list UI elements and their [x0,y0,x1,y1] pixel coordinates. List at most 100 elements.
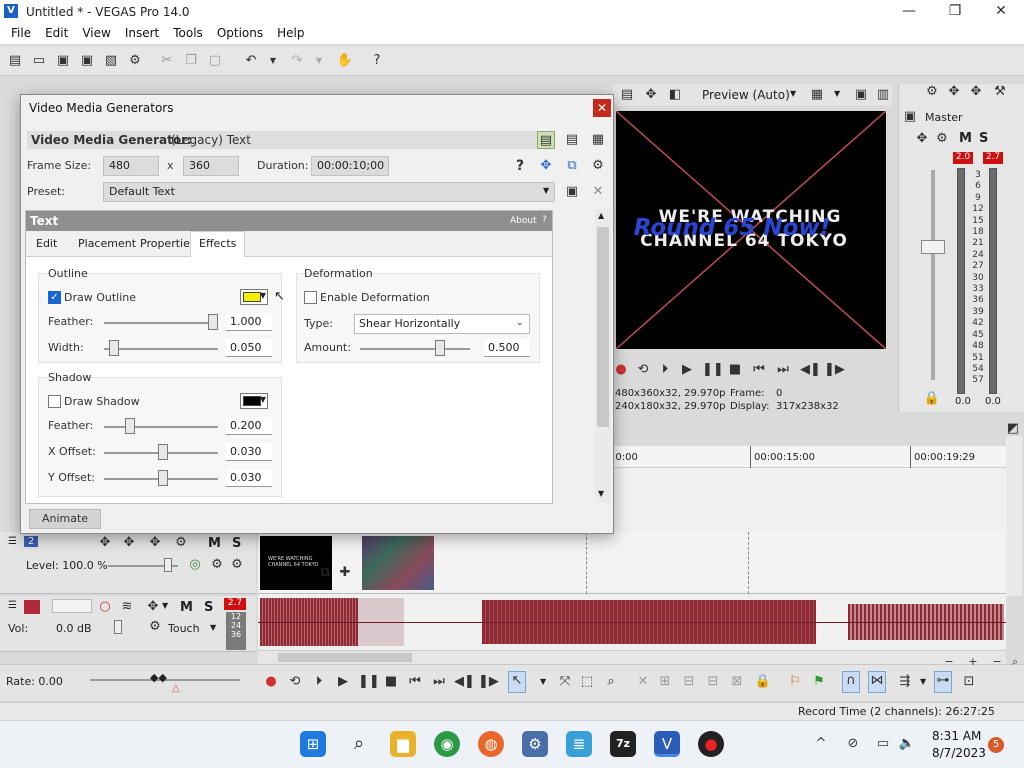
grid-icon[interactable]: ▦ [808,86,826,104]
sync-cursor-icon[interactable]: ✥ [537,157,555,175]
restore-button[interactable]: ❐ [932,0,978,24]
firefox-icon[interactable]: ◍ [478,731,504,757]
duration-input[interactable]: 00:00:10;00 [311,156,389,176]
plugin-manager-icon[interactable]: ✋ [336,52,354,70]
envelope-tool-icon[interactable]: ⤧ [556,673,574,691]
volume-icon[interactable]: 🔈 [898,735,916,753]
video-track-expand-icon[interactable]: ☰ [8,536,17,547]
timeline-plus-icon[interactable]: + [964,653,982,671]
notepad-icon[interactable]: ≣ [566,731,592,757]
undo-dropdown-icon[interactable]: ▼ [264,52,282,70]
go-to-end-icon[interactable]: ⏭ [774,361,792,379]
master-more-icon[interactable]: ⚒ [991,83,1009,101]
menu-view[interactable]: View [75,24,117,44]
video-track-motion-icon[interactable]: ✥ [96,534,114,552]
transport-next-frame-icon[interactable]: ❚▶ [478,673,499,691]
audio-vol-slider-thumb[interactable] [114,620,122,634]
transport-loop-icon[interactable]: ⟲ [286,673,304,691]
audio-touch-dropdown-icon[interactable]: ▼ [210,623,216,632]
shadow-xoffset-slider[interactable] [157,444,168,460]
timeline-zoom-icon[interactable]: ⌕ [1006,653,1024,671]
snapping-icon[interactable]: ∩ [842,671,860,693]
rate-reset-icon[interactable]: △ [172,683,180,694]
preview-more-icon[interactable]: ▥ [874,86,892,104]
copy-snapshot-icon[interactable]: ▣ [852,86,870,104]
play-from-start-icon[interactable]: ⏵ [656,361,674,379]
transport-play-from-start-icon[interactable]: ⏵ [310,673,328,691]
shadow-yoffset-value[interactable]: 0.030 [226,469,272,487]
cut-icon[interactable]: ✂ [158,52,176,70]
split-icon[interactable]: ⊠ [728,673,746,691]
grid-dropdown-icon[interactable]: ▼ [834,89,840,98]
lock-envelopes-icon[interactable]: ⊶ [934,671,952,693]
preset-select[interactable]: Default Text [103,182,555,202]
delete-preset-icon[interactable]: ✕ [589,183,607,201]
insert-marker-icon[interactable]: ⚐ [786,673,804,691]
clock-time[interactable]: 8:31 AM [932,729,981,743]
master-mixer-icon[interactable]: ✥ [945,83,963,101]
outline-width-slider[interactable] [109,340,120,356]
master-settings-icon[interactable]: ⚙ [933,130,951,148]
master-gear-icon[interactable]: ⚙ [923,83,941,101]
video-track-gear-icon[interactable]: ⚙ [172,534,190,552]
draw-outline-checkbox[interactable]: ✓ [48,291,61,304]
tab-properties[interactable]: Properties [140,237,196,250]
play-icon[interactable]: ▶ [678,361,696,379]
ripple-dropdown-icon[interactable]: ▼ [920,677,926,686]
lock-event-icon[interactable]: 🔒 [754,673,772,691]
copy-icon[interactable]: ❐ [182,52,200,70]
scroll-up-icon[interactable]: ▲ [598,211,604,220]
transport-stop-icon[interactable]: ■ [382,673,400,691]
preview-quality-select[interactable]: Preview (Auto) [702,88,790,102]
previous-frame-icon[interactable]: ◀❚ [800,361,821,379]
horizontal-scroll-thumb[interactable] [278,653,412,662]
split-screen-icon[interactable]: ✥ [642,86,660,104]
shadow-feather-value[interactable]: 0.200 [226,417,272,435]
go-to-start-icon[interactable]: ⏮ [750,361,768,379]
save-preset-icon[interactable]: ▣ [563,183,581,201]
deformation-amount-value[interactable]: 0.500 [484,339,530,357]
start-menu-icon[interactable]: ⊞ [300,731,326,757]
timeline-minus-icon[interactable]: − [940,653,958,671]
frame-height-input[interactable]: 360 [183,156,239,176]
draw-shadow-checkbox[interactable] [48,395,61,408]
shadow-color-picker[interactable]: ▼ [240,393,268,409]
dialog-settings-gear-icon[interactable]: ⚙ [589,157,607,175]
enable-deformation-checkbox[interactable] [304,291,317,304]
render-icon[interactable]: ▧ [102,52,120,70]
trim-icon[interactable]: ⊞ [656,673,674,691]
7zip-icon[interactable]: 7z [610,731,636,757]
preview-quality-dropdown-icon[interactable]: ▼ [790,89,796,98]
rate-slider-thumb[interactable]: ◆◆ [150,671,167,684]
stop-icon[interactable]: ■ [726,361,744,379]
redo-dropdown-icon[interactable]: ▼ [310,52,328,70]
audio-arm-record-icon[interactable]: ○ [96,598,114,616]
transport-go-start-icon[interactable]: ⏮ [406,673,424,691]
audio-touch-mode[interactable]: Touch [168,622,200,635]
audio-track-mute-button[interactable]: M [180,600,193,615]
save-as-icon[interactable]: ▣ [78,52,96,70]
dialog-vertical-scrollbar[interactable]: ▲ ▼ [595,209,611,503]
help-icon[interactable]: ? [511,157,529,175]
deformation-type-chevron-icon[interactable]: ⌄ [516,318,524,328]
redo-icon[interactable]: ↷ [288,52,306,70]
frame-width-input[interactable]: 480 [103,156,159,176]
next-frame-icon[interactable]: ❚▶ [824,361,845,379]
trim-end-icon[interactable]: ⊟ [704,673,722,691]
audio-track-solo-button[interactable]: S [204,600,213,615]
layout-single-icon[interactable]: ▤ [537,131,555,149]
chrome-icon[interactable]: ◉ [434,731,460,757]
about-help[interactable]: ? [542,215,547,225]
video-event-clip[interactable] [362,536,434,590]
paste-icon[interactable]: ▢ [206,52,224,70]
shadow-feather-slider[interactable] [124,418,135,434]
video-track-composite-icon[interactable]: ✥ [120,534,138,552]
animate-button[interactable]: Animate [29,509,101,529]
shadow-yoffset-slider[interactable] [157,470,168,486]
deformation-type-select[interactable]: Shear Horizontally [354,314,530,334]
vegas-taskbar-icon[interactable]: V [654,731,680,757]
scroll-down-icon[interactable]: ▼ [598,489,604,498]
minimize-button[interactable]: — [886,0,932,24]
deformation-amount-slider[interactable] [435,340,445,356]
layout-list-icon[interactable]: ▤ [563,131,581,149]
